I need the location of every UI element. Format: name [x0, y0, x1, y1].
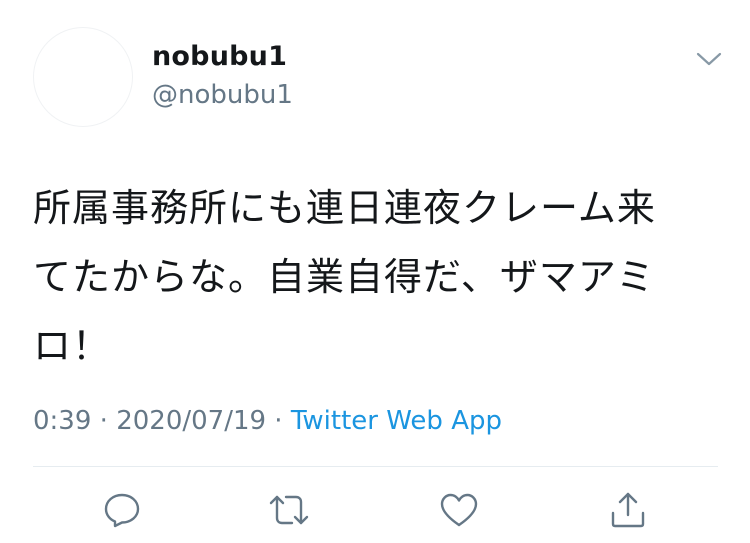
avatar[interactable] [33, 27, 133, 127]
tweet-source-link[interactable]: Twitter Web App [291, 406, 502, 436]
tweet-text-line: 所属事務所にも連日連夜クレーム来 [33, 186, 656, 230]
tweet-text-line: ロ！ [33, 324, 112, 368]
share-icon[interactable] [607, 490, 649, 530]
tweet-text: 所属事務所にも連日連夜クレーム来 てたからな。自業自得だ、ザマアミ ロ！ [33, 174, 723, 381]
divider [33, 466, 718, 467]
tweet-meta: 0:39 · 2020/07/19 · Twitter Web App [33, 406, 502, 436]
tweet-text-line: てたからな。自業自得だ、ザマアミ [33, 255, 656, 299]
tweet-date[interactable]: 2020/07/19 [116, 406, 266, 436]
meta-separator: · [91, 406, 117, 436]
user-handle[interactable]: @nobubu1 [152, 80, 293, 110]
meta-separator: · [266, 406, 291, 436]
chevron-down-icon[interactable] [694, 48, 724, 70]
tweet-time[interactable]: 0:39 [33, 406, 91, 436]
like-icon[interactable] [438, 490, 480, 530]
retweet-icon[interactable] [268, 490, 310, 530]
reply-icon[interactable] [101, 490, 143, 530]
display-name[interactable]: nobubu1 [152, 41, 287, 72]
